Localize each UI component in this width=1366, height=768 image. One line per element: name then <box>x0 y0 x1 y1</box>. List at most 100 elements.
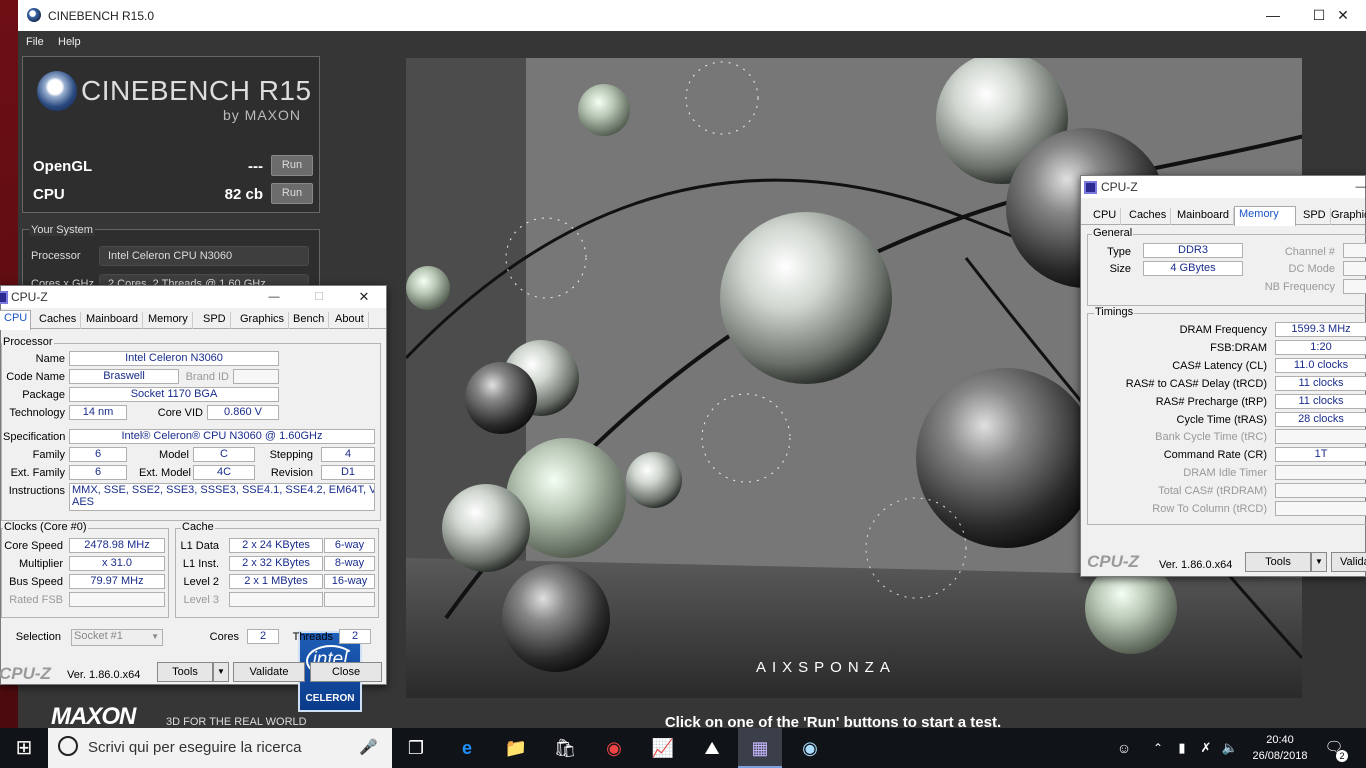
tools-dropdown-button[interactable]: ▼ <box>213 662 229 682</box>
timing-label: Cycle Time (tRAS) <box>1176 413 1267 426</box>
l1inst-value: 2 x 32 KBytes <box>229 556 323 571</box>
timings-heading: Timings <box>1094 306 1135 318</box>
menu-bar: File Help <box>18 31 1366 53</box>
tab-about[interactable]: About <box>331 312 369 329</box>
timing-value <box>1275 501 1366 516</box>
timing-label: RAS# Precharge (tRP) <box>1155 395 1267 408</box>
microphone-icon[interactable]: 🎤 <box>359 738 378 756</box>
model-value: C <box>193 447 255 462</box>
opengl-run-button[interactable]: Run <box>271 155 313 176</box>
level2-value: 2 x 1 MBytes <box>229 574 323 589</box>
tab-graphics[interactable]: Graphics <box>236 312 290 329</box>
cinebench-taskbar-icon[interactable]: ◉ <box>798 736 822 760</box>
battery-icon[interactable]: ▮ <box>1170 736 1194 760</box>
task-manager-icon[interactable]: 📈 <box>651 736 675 760</box>
l1data-label: L1 Data <box>180 540 219 552</box>
tab-memory[interactable]: Memory <box>144 312 193 329</box>
tab-caches[interactable]: Caches <box>35 312 82 329</box>
selection-dropdown[interactable]: Socket #1 ▼ <box>71 629 163 646</box>
cpuz-close-button[interactable]: ✕ <box>344 286 384 308</box>
opengl-score: --- <box>248 158 263 175</box>
validate2-button[interactable]: Valida <box>1331 552 1366 572</box>
brandid-value <box>233 369 279 384</box>
timing-label: Row To Column (tRCD) <box>1152 503 1267 515</box>
file-explorer-icon[interactable]: 📁 <box>504 736 528 760</box>
maxon-tagline: 3D FOR THE REAL WORLD <box>166 716 307 728</box>
level3-label: Level 3 <box>183 594 219 606</box>
benchmark-panel: CINEBENCH R15 by MAXON OpenGL --- Run CP… <box>22 56 320 213</box>
cpuz-titlebar: CPU-Z — ☐ ✕ <box>0 286 386 308</box>
svg-text:AIXSPONZA: AIXSPONZA <box>756 659 896 676</box>
close-button[interactable]: ✕ <box>1320 0 1366 31</box>
name-value: Intel Celeron N3060 <box>69 351 279 366</box>
edge-icon[interactable]: e <box>455 736 479 760</box>
tools2-dropdown-button[interactable]: ▼ <box>1311 552 1327 572</box>
clock[interactable]: 20:40 26/08/2018 <box>1248 732 1312 764</box>
people-icon[interactable]: ☺ <box>1112 736 1136 760</box>
taskbar: ⊞ Scrivi qui per eseguire la ricerca 🎤 ❐… <box>0 728 1366 768</box>
tab2-cpu[interactable]: CPU <box>1089 208 1122 225</box>
validate-button[interactable]: Validate <box>233 662 305 682</box>
l1inst-label: L1 Inst. <box>182 558 219 570</box>
cpuz2-footer: CPU-Z Ver. 1.86.0.x64 Tools ▼ Valida <box>1081 550 1366 576</box>
corevid-value: 0.860 V <box>207 405 279 420</box>
menu-file[interactable]: File <box>26 36 44 48</box>
chrome-icon[interactable]: ◉ <box>602 736 626 760</box>
revision-label: Revision <box>270 467 313 479</box>
cpuz-taskbar-icon[interactable]: ▦ <box>738 728 782 768</box>
cpu-score: 82 cb <box>224 186 263 203</box>
timing-label: DRAM Idle Timer <box>1183 467 1267 480</box>
windows-start-icon[interactable]: ⊞ <box>12 736 36 760</box>
tab2-graphics[interactable]: Graphics <box>1327 208 1366 225</box>
tab-cpu[interactable]: CPU <box>0 310 31 330</box>
model-label: Model <box>159 449 189 461</box>
busspeed-value: 79.97 MHz <box>69 574 165 589</box>
extfamily-label: Ext. Family <box>10 467 65 479</box>
cores-label: Cores <box>209 631 239 643</box>
cpuz-maximize-button[interactable]: ☐ <box>299 286 339 308</box>
chevron-up-icon[interactable]: ⌃ <box>1146 736 1170 760</box>
size-label: Size <box>1109 263 1131 275</box>
tab-mainboard[interactable]: Mainboard <box>82 312 143 329</box>
tab-bench[interactable]: Bench <box>289 312 330 329</box>
timing-value: 1T <box>1275 447 1366 463</box>
tab-spd[interactable]: SPD <box>199 312 231 329</box>
multiplier-label: Multiplier <box>18 558 63 570</box>
tab2-mainboard[interactable]: Mainboard <box>1173 208 1234 225</box>
cinebench-logo: CINEBENCH R15 <box>81 75 312 106</box>
clock-time: 20:40 <box>1266 734 1294 746</box>
specification-label: Specification <box>3 431 66 443</box>
volume-icon[interactable]: 🔈 <box>1218 736 1242 760</box>
tab2-caches[interactable]: Caches <box>1125 208 1172 225</box>
tools2-button[interactable]: Tools <box>1245 552 1311 572</box>
cpu-run-button[interactable]: Run <box>271 183 313 204</box>
tools-button[interactable]: Tools <box>157 662 213 682</box>
threads-label: Threads <box>292 631 333 643</box>
threads-value: 2 <box>339 629 371 644</box>
channel-value <box>1343 243 1366 258</box>
cpuz2-minimize-button[interactable]: — <box>1351 176 1366 198</box>
cpuz-app-icon <box>0 291 8 304</box>
tab2-spd[interactable]: SPD <box>1299 208 1331 225</box>
menu-help[interactable]: Help <box>58 36 81 48</box>
channel-label: Channel # <box>1284 246 1335 258</box>
task-view-icon[interactable]: ❐ <box>404 736 428 760</box>
desktop: CINEBENCH R15.0 — ☐ ✕ File Help CINEBENC… <box>0 0 1366 768</box>
minimize-button[interactable]: — <box>1250 0 1296 31</box>
level3-value <box>229 592 323 607</box>
search-box[interactable]: Scrivi qui per eseguire la ricerca 🎤 <box>48 728 392 768</box>
level2-ways: 16-way <box>324 574 375 589</box>
cpuz-version: Ver. 1.86.0.x64 <box>67 669 141 681</box>
store-icon[interactable]: 🛍 <box>553 736 577 760</box>
cpuz-tabbar: CPU Caches Mainboard Memory SPD Graphics… <box>0 309 386 330</box>
close-app-button[interactable]: Close <box>310 662 382 682</box>
network-icon[interactable]: ✗ <box>1194 736 1218 760</box>
cpuz-minimize-button[interactable]: — <box>254 286 294 308</box>
your-system-heading: Your System <box>29 224 95 236</box>
cpu-label: CPU <box>33 186 65 203</box>
photos-icon[interactable]: ⛰ <box>700 736 724 760</box>
tab2-memory[interactable]: Memory <box>1234 206 1296 226</box>
timing-value: 1:20 <box>1275 339 1366 355</box>
cpuz-memory-window: CPU-Z — CPU Caches Mainboard Memory SPD … <box>1080 175 1366 577</box>
cpuz2-logo: CPU-Z <box>1087 552 1139 571</box>
